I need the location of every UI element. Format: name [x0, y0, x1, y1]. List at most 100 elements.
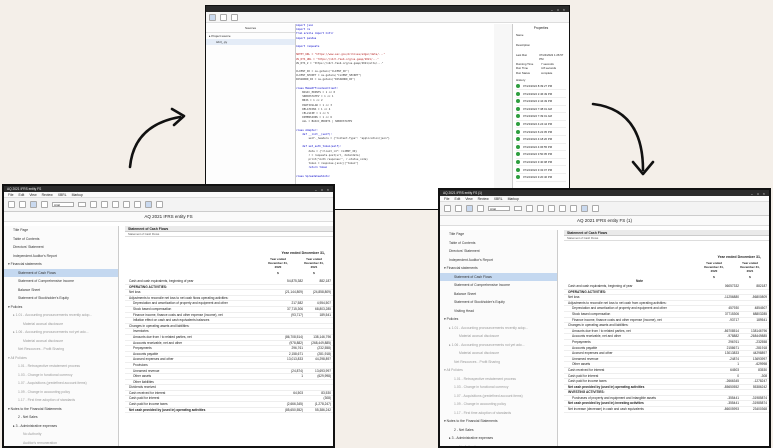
- align-icon[interactable]: [123, 201, 130, 208]
- close-icon[interactable]: ×: [563, 8, 566, 12]
- nav-item[interactable]: 1.09 - Change in accounting policy: [440, 400, 557, 409]
- nav-item[interactable]: 1.07 - Acquisitions (predefined account …: [440, 392, 557, 401]
- menu-item-review[interactable]: Review: [42, 193, 53, 197]
- nav-item[interactable]: Statement of Comprehensive Income: [4, 277, 118, 286]
- nav-item[interactable]: 2 - Net Sales: [4, 413, 118, 422]
- size-select[interactable]: [514, 206, 522, 211]
- redo-icon[interactable]: [455, 205, 462, 212]
- menu-item-xbrl[interactable]: XBRL: [58, 193, 67, 197]
- history-item[interactable]: 07/22/2022 3:40:08 PM: [516, 159, 566, 167]
- menu-item-markup[interactable]: Markup: [72, 193, 83, 197]
- history-item[interactable]: 07/22/2022 4:06:55 PM: [516, 144, 566, 152]
- history-item[interactable]: 07/22/2022 3:50:05 PM: [516, 151, 566, 159]
- code-editor[interactable]: import json import re from arelle import C…: [296, 24, 494, 209]
- nav-item[interactable]: Independent Auditor's Report: [4, 252, 118, 261]
- menu-item-markup[interactable]: Markup: [508, 197, 519, 201]
- nav-item[interactable]: No Authority: [440, 443, 557, 447]
- bold-icon[interactable]: [90, 201, 97, 208]
- nav-item[interactable]: ▸ 1.01 - Accounting pronouncements recen…: [440, 324, 557, 333]
- menu-item-xbrl[interactable]: XBRL: [494, 197, 503, 201]
- nav-item[interactable]: ▾ Financial statements: [4, 260, 118, 269]
- bold-icon[interactable]: [526, 205, 533, 212]
- maximize-icon[interactable]: □: [557, 8, 560, 12]
- nav-item[interactable]: Material accrual disclosure: [4, 337, 118, 346]
- nav-item[interactable]: ▾ All Policies: [440, 366, 557, 375]
- history-item[interactable]: 07/24/2022 8:39:27 PM: [516, 83, 566, 91]
- font-select[interactable]: Arial: [488, 206, 510, 211]
- close-icon[interactable]: ×: [327, 188, 330, 192]
- history-item[interactable]: 07/22/2022 3:20:46 PM: [516, 174, 566, 182]
- properties-icon[interactable]: [41, 201, 48, 208]
- nav-item[interactable]: Net Resources - Profit Sharing: [440, 358, 557, 367]
- menu-item-view[interactable]: View: [29, 193, 36, 197]
- nav-item[interactable]: Table of Contents: [4, 235, 118, 244]
- explorer-item[interactable]: ixbrl_.py: [206, 39, 295, 45]
- align-icon[interactable]: [559, 205, 566, 212]
- nav-item[interactable]: 1.03 - Change in functional currency: [440, 383, 557, 392]
- nav-item[interactable]: ▸ 3 - Administrative expenses: [440, 434, 557, 443]
- nav-item[interactable]: Directors' Statement: [440, 247, 557, 256]
- menu-item-edit[interactable]: Edit: [454, 197, 460, 201]
- properties-icon[interactable]: [477, 205, 484, 212]
- menu-item-edit[interactable]: Edit: [18, 193, 24, 197]
- menu-item-view[interactable]: View: [465, 197, 472, 201]
- underline-icon[interactable]: [112, 201, 119, 208]
- history-item[interactable]: 07/24/2022 2:44:49 PM: [516, 98, 566, 106]
- nav-item[interactable]: Material accrual disclosure: [440, 349, 557, 358]
- underline-icon[interactable]: [548, 205, 555, 212]
- nav-item[interactable]: Material accrual disclosure: [440, 332, 557, 341]
- redo-icon[interactable]: [19, 201, 26, 208]
- nav-item[interactable]: No Authority: [4, 430, 118, 439]
- nav-item[interactable]: ▾ Notes to the Financial Statements: [4, 405, 118, 414]
- history-item[interactable]: 07/22/2022 4:18:20 PM: [516, 136, 566, 144]
- nav-item[interactable]: Directors' Statement: [4, 243, 118, 252]
- nav-item[interactable]: Statement of Cash Flows: [4, 268, 118, 277]
- nav-item[interactable]: Statement of Stockholder's Equity: [4, 294, 118, 303]
- menu-item-review[interactable]: Review: [478, 197, 489, 201]
- italic-icon[interactable]: [101, 201, 108, 208]
- minimize-icon[interactable]: –: [751, 192, 754, 196]
- tag-icon[interactable]: [145, 201, 152, 208]
- nav-item[interactable]: Table of Contents: [440, 239, 557, 248]
- nav-item[interactable]: ▸ 1.06 - Accounting pronouncements not y…: [440, 341, 557, 350]
- close-icon[interactable]: ×: [763, 192, 766, 196]
- nav-item[interactable]: 1.01 - Retrospective restatement process: [440, 375, 557, 384]
- nav-item[interactable]: Statement of Cash Flows: [440, 272, 557, 281]
- nav-item[interactable]: Material accrual disclosure: [4, 320, 118, 329]
- history-item[interactable]: 07/24/2022 7:38:01 AM: [516, 106, 566, 114]
- nav-item[interactable]: Title Page: [4, 226, 118, 235]
- nav-item[interactable]: Independent Auditor's Report: [440, 256, 557, 265]
- menu-item-file[interactable]: File: [8, 193, 13, 197]
- history-item[interactable]: 07/22/2022 3:32:07 PM: [516, 166, 566, 174]
- right-subtab[interactable]: Statement of Cash Flows: [564, 236, 769, 241]
- nav-item[interactable]: Title Page: [440, 230, 557, 239]
- nav-item[interactable]: ▸ 1.06 - Accounting pronouncements not y…: [4, 328, 118, 337]
- italic-icon[interactable]: [537, 205, 544, 212]
- run-icon[interactable]: [209, 13, 216, 21]
- nav-item[interactable]: ▾ Notes to the Financial Statements: [440, 417, 557, 426]
- nav-item[interactable]: Statement of Stockholder's Equity: [440, 298, 557, 307]
- left-subtab[interactable]: Statement of Cash Flows: [125, 232, 333, 237]
- nav-item[interactable]: 2 - Net Sales: [440, 426, 557, 435]
- nav-item[interactable]: 1.17 - First time adoption of standards: [440, 409, 557, 418]
- nav-item[interactable]: 1.09 - Change in accounting policy: [4, 388, 118, 397]
- nav-item[interactable]: 1.01 - Retrospective restatement process: [4, 362, 118, 371]
- nav-item[interactable]: 1.03 - Change in functional currency: [4, 371, 118, 380]
- history-item[interactable]: 07/24/2022 7:39:01 AM: [516, 113, 566, 121]
- settings-icon[interactable]: [231, 13, 238, 21]
- search-icon[interactable]: [592, 205, 599, 212]
- nav-item[interactable]: Auditor's remuneration: [4, 439, 118, 447]
- nav-item[interactable]: Balance Sheet: [4, 286, 118, 295]
- code-minimap[interactable]: [494, 24, 512, 209]
- size-select[interactable]: [78, 202, 86, 207]
- nav-item[interactable]: ▾ All Policies: [4, 354, 118, 363]
- search-icon[interactable]: [156, 201, 163, 208]
- table-icon[interactable]: [570, 205, 577, 212]
- undo-icon[interactable]: [8, 201, 15, 208]
- nav-item[interactable]: Net Resources - Profit Sharing: [4, 345, 118, 354]
- nav-item[interactable]: ▾ Policies: [4, 303, 118, 312]
- minimize-icon[interactable]: –: [315, 188, 318, 192]
- nav-item[interactable]: ▸ 1.01 - Accounting pronouncements recen…: [4, 311, 118, 320]
- nav-item[interactable]: 1.17 - First time adoption of standards: [4, 396, 118, 405]
- maximize-icon[interactable]: □: [321, 188, 324, 192]
